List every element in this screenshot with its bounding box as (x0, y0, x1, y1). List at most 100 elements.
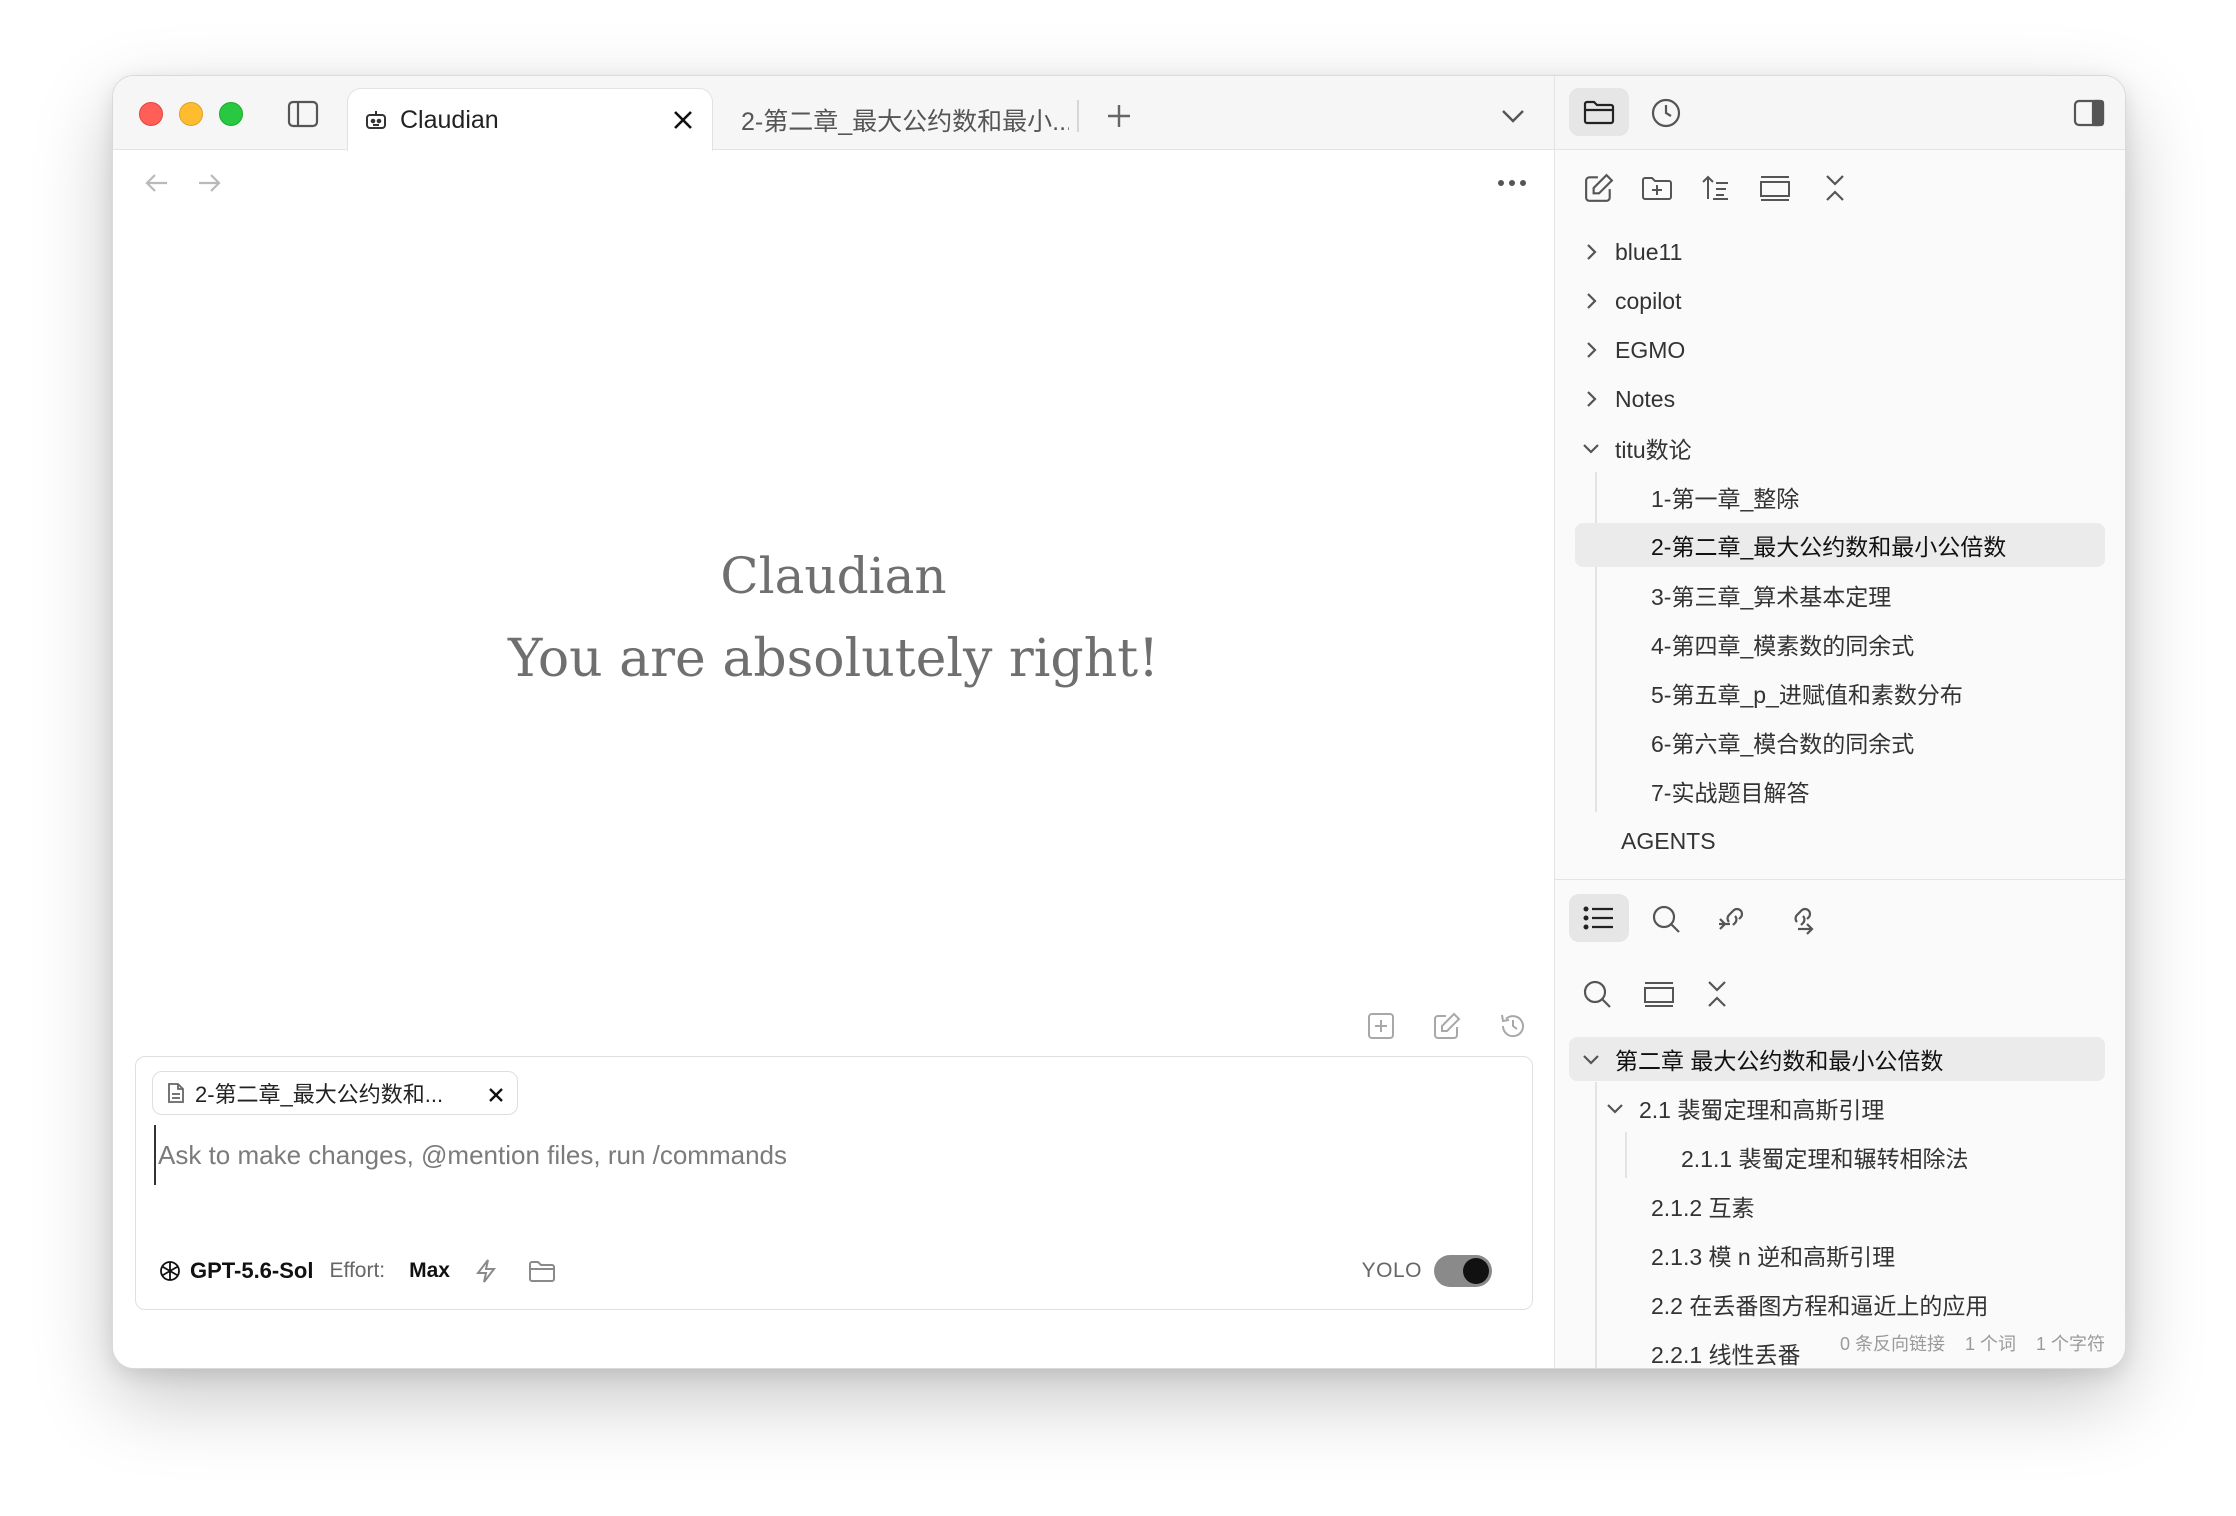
tab-label: Claudian (400, 105, 499, 134)
main-pane: Claudian 2-第二章_最大公约数和最小... Claudian You … (113, 76, 1554, 1368)
quick-action-button[interactable] (474, 1258, 498, 1284)
model-selector[interactable]: GPT-5.6-Sol (158, 1258, 313, 1284)
file-item-agents[interactable]: AGENTS (1621, 819, 1716, 863)
char-count: 1 个字符 (2035, 1334, 2105, 1354)
outline-heading-3[interactable]: 2.2.1 线性丢番 (1651, 1331, 1801, 1368)
yolo-toggle[interactable] (1434, 1255, 1492, 1287)
close-window-button[interactable] (139, 102, 163, 126)
outline-label: 第二章 最大公约数和最小公倍数 (1615, 1048, 1944, 1074)
right-sidebar: blue11 copilot EGMO Notes titu数论 1-第一章_整… (1554, 76, 2125, 1368)
file-item[interactable]: 7-实战题目解答 (1651, 769, 1809, 813)
file-label: 7-实战题目解答 (1651, 780, 1810, 806)
file-explorer-toolbar (1555, 150, 2125, 226)
hero-title: Claudian (720, 547, 947, 605)
attach-folder-button[interactable] (528, 1259, 556, 1283)
context-file-chip[interactable]: 2-第二章_最大公约数和... (152, 1071, 518, 1115)
outline-tab-button[interactable] (1579, 902, 1619, 934)
close-tab-icon[interactable] (670, 107, 696, 140)
forward-button[interactable] (193, 168, 225, 198)
effort-selector[interactable]: Max (409, 1259, 450, 1283)
more-horizontal-icon (1498, 180, 1526, 186)
word-count: 1 个词 (1964, 1334, 2016, 1354)
outline-label: 2.1.2 互素 (1651, 1195, 1755, 1221)
navigation-row (113, 150, 1554, 214)
outline-heading-3[interactable]: 2.1.2 互素 (1651, 1184, 1755, 1228)
outline-reveal-button[interactable] (1639, 976, 1679, 1012)
file-label: 4-第四章_模素数的同余式 (1651, 633, 1915, 659)
tab-claudian[interactable]: Claudian (347, 88, 713, 151)
outline-heading-3[interactable]: 2.1.1 裴蜀定理和辗转相除法 (1681, 1135, 1969, 1179)
recent-tab-button[interactable] (1647, 94, 1685, 132)
clock-icon (1651, 98, 1681, 128)
auto-reveal-button[interactable] (1755, 170, 1795, 206)
file-item[interactable]: 3-第三章_算术基本定理 (1651, 573, 1891, 617)
outgoing-links-tab-button[interactable] (1781, 900, 1819, 938)
welcome-hero: Claudian You are absolutely right! (113, 546, 1554, 690)
edit-icon (1585, 173, 1614, 202)
minimize-window-button[interactable] (179, 102, 203, 126)
outline-heading-3[interactable]: 2.1.3 模 n 逆和高斯引理 (1651, 1233, 1895, 1277)
sort-button[interactable] (1697, 170, 1733, 206)
backlinks-tab-button[interactable] (1713, 900, 1751, 938)
outline-label: 2.1.1 裴蜀定理和辗转相除法 (1681, 1146, 1969, 1172)
file-item[interactable]: 6-第六章_模合数的同余式 (1651, 720, 1914, 764)
outline-heading-2[interactable]: 2.2 在丢番图方程和逼近上的应用 (1651, 1282, 1988, 1326)
file-label: 6-第六章_模合数的同余式 (1651, 731, 1915, 757)
chevron-down-icon (1583, 444, 1599, 454)
remove-chip-icon[interactable] (487, 1084, 505, 1110)
file-item[interactable]: 1-第一章_整除 (1651, 475, 1799, 519)
folder-plus-icon (1642, 177, 1672, 200)
outline-search-button[interactable] (1579, 976, 1615, 1012)
outline-guide-line (1595, 1082, 1597, 1368)
app-window: Claudian 2-第二章_最大公约数和最小... Claudian You … (112, 75, 2126, 1369)
edit-chat-button[interactable] (1429, 1008, 1465, 1044)
folder-copilot[interactable]: copilot (1575, 279, 1681, 323)
folder-egmo[interactable]: EGMO (1575, 328, 1685, 372)
new-tab-button[interactable] (1101, 98, 1137, 134)
outline-heading-2[interactable]: 2.1 裴蜀定理和高斯引理 (1605, 1086, 1884, 1130)
chat-input[interactable] (154, 1125, 1514, 1185)
file-label: 2-第二章_最大公约数和最小公倍数 (1651, 534, 2007, 560)
list-icon (1583, 906, 1613, 930)
files-tab-button[interactable] (1579, 96, 1619, 128)
backlink-count[interactable]: 0 条反向链接 (1840, 1330, 1945, 1356)
chevron-down-icon (1502, 110, 1524, 123)
outline-label: 2.1.3 模 n 逆和高斯引理 (1651, 1244, 1896, 1270)
yolo-control: YOLO (1362, 1251, 1492, 1291)
outline-collapse-button[interactable] (1699, 976, 1735, 1012)
edit-icon (1434, 1012, 1461, 1039)
collapse-all-button[interactable] (1817, 170, 1853, 206)
folder-icon (1583, 100, 1615, 125)
back-button[interactable] (141, 168, 173, 198)
sidebar-header (1555, 76, 2125, 150)
toggle-knob (1463, 1258, 1489, 1284)
file-item[interactable]: 5-第五章_p_进赋值和素数分布 (1651, 671, 1963, 715)
openai-icon (160, 1261, 180, 1281)
search-tab-button[interactable] (1647, 900, 1685, 938)
tab-list-button[interactable] (1495, 100, 1531, 132)
new-note-button[interactable] (1581, 170, 1617, 206)
new-folder-button[interactable] (1639, 170, 1675, 206)
plus-icon (1108, 105, 1130, 127)
more-options-button[interactable] (1493, 168, 1531, 198)
chevron-right-icon (1587, 244, 1597, 260)
sort-icon (1702, 175, 1728, 200)
folder-label: Notes (1615, 385, 1676, 412)
new-chat-button[interactable] (1363, 1008, 1399, 1044)
file-item[interactable]: 4-第四章_模素数的同余式 (1651, 622, 1914, 666)
folder-titu[interactable]: titu数论 (1575, 426, 1692, 470)
folder-notes[interactable]: Notes (1575, 377, 1675, 421)
arrow-right-icon (199, 174, 221, 192)
chat-history-button[interactable] (1495, 1008, 1531, 1044)
history-icon (1501, 1014, 1524, 1038)
tab-chapter-2[interactable]: 2-第二章_最大公约数和最小... (729, 88, 1069, 151)
folder-blue11[interactable]: blue11 (1575, 230, 1682, 274)
arrow-left-icon (145, 174, 167, 192)
file-item-selected[interactable]: 2-第二章_最大公约数和最小公倍数 (1575, 523, 2105, 567)
tab-separator (1077, 100, 1079, 132)
zoom-window-button[interactable] (219, 102, 243, 126)
toggle-right-sidebar-button[interactable] (2069, 96, 2109, 130)
collapse-icon (1708, 981, 1726, 1007)
toggle-left-sidebar-button[interactable] (285, 98, 321, 130)
outline-heading-1[interactable]: 第二章 最大公约数和最小公倍数 (1569, 1037, 2105, 1081)
